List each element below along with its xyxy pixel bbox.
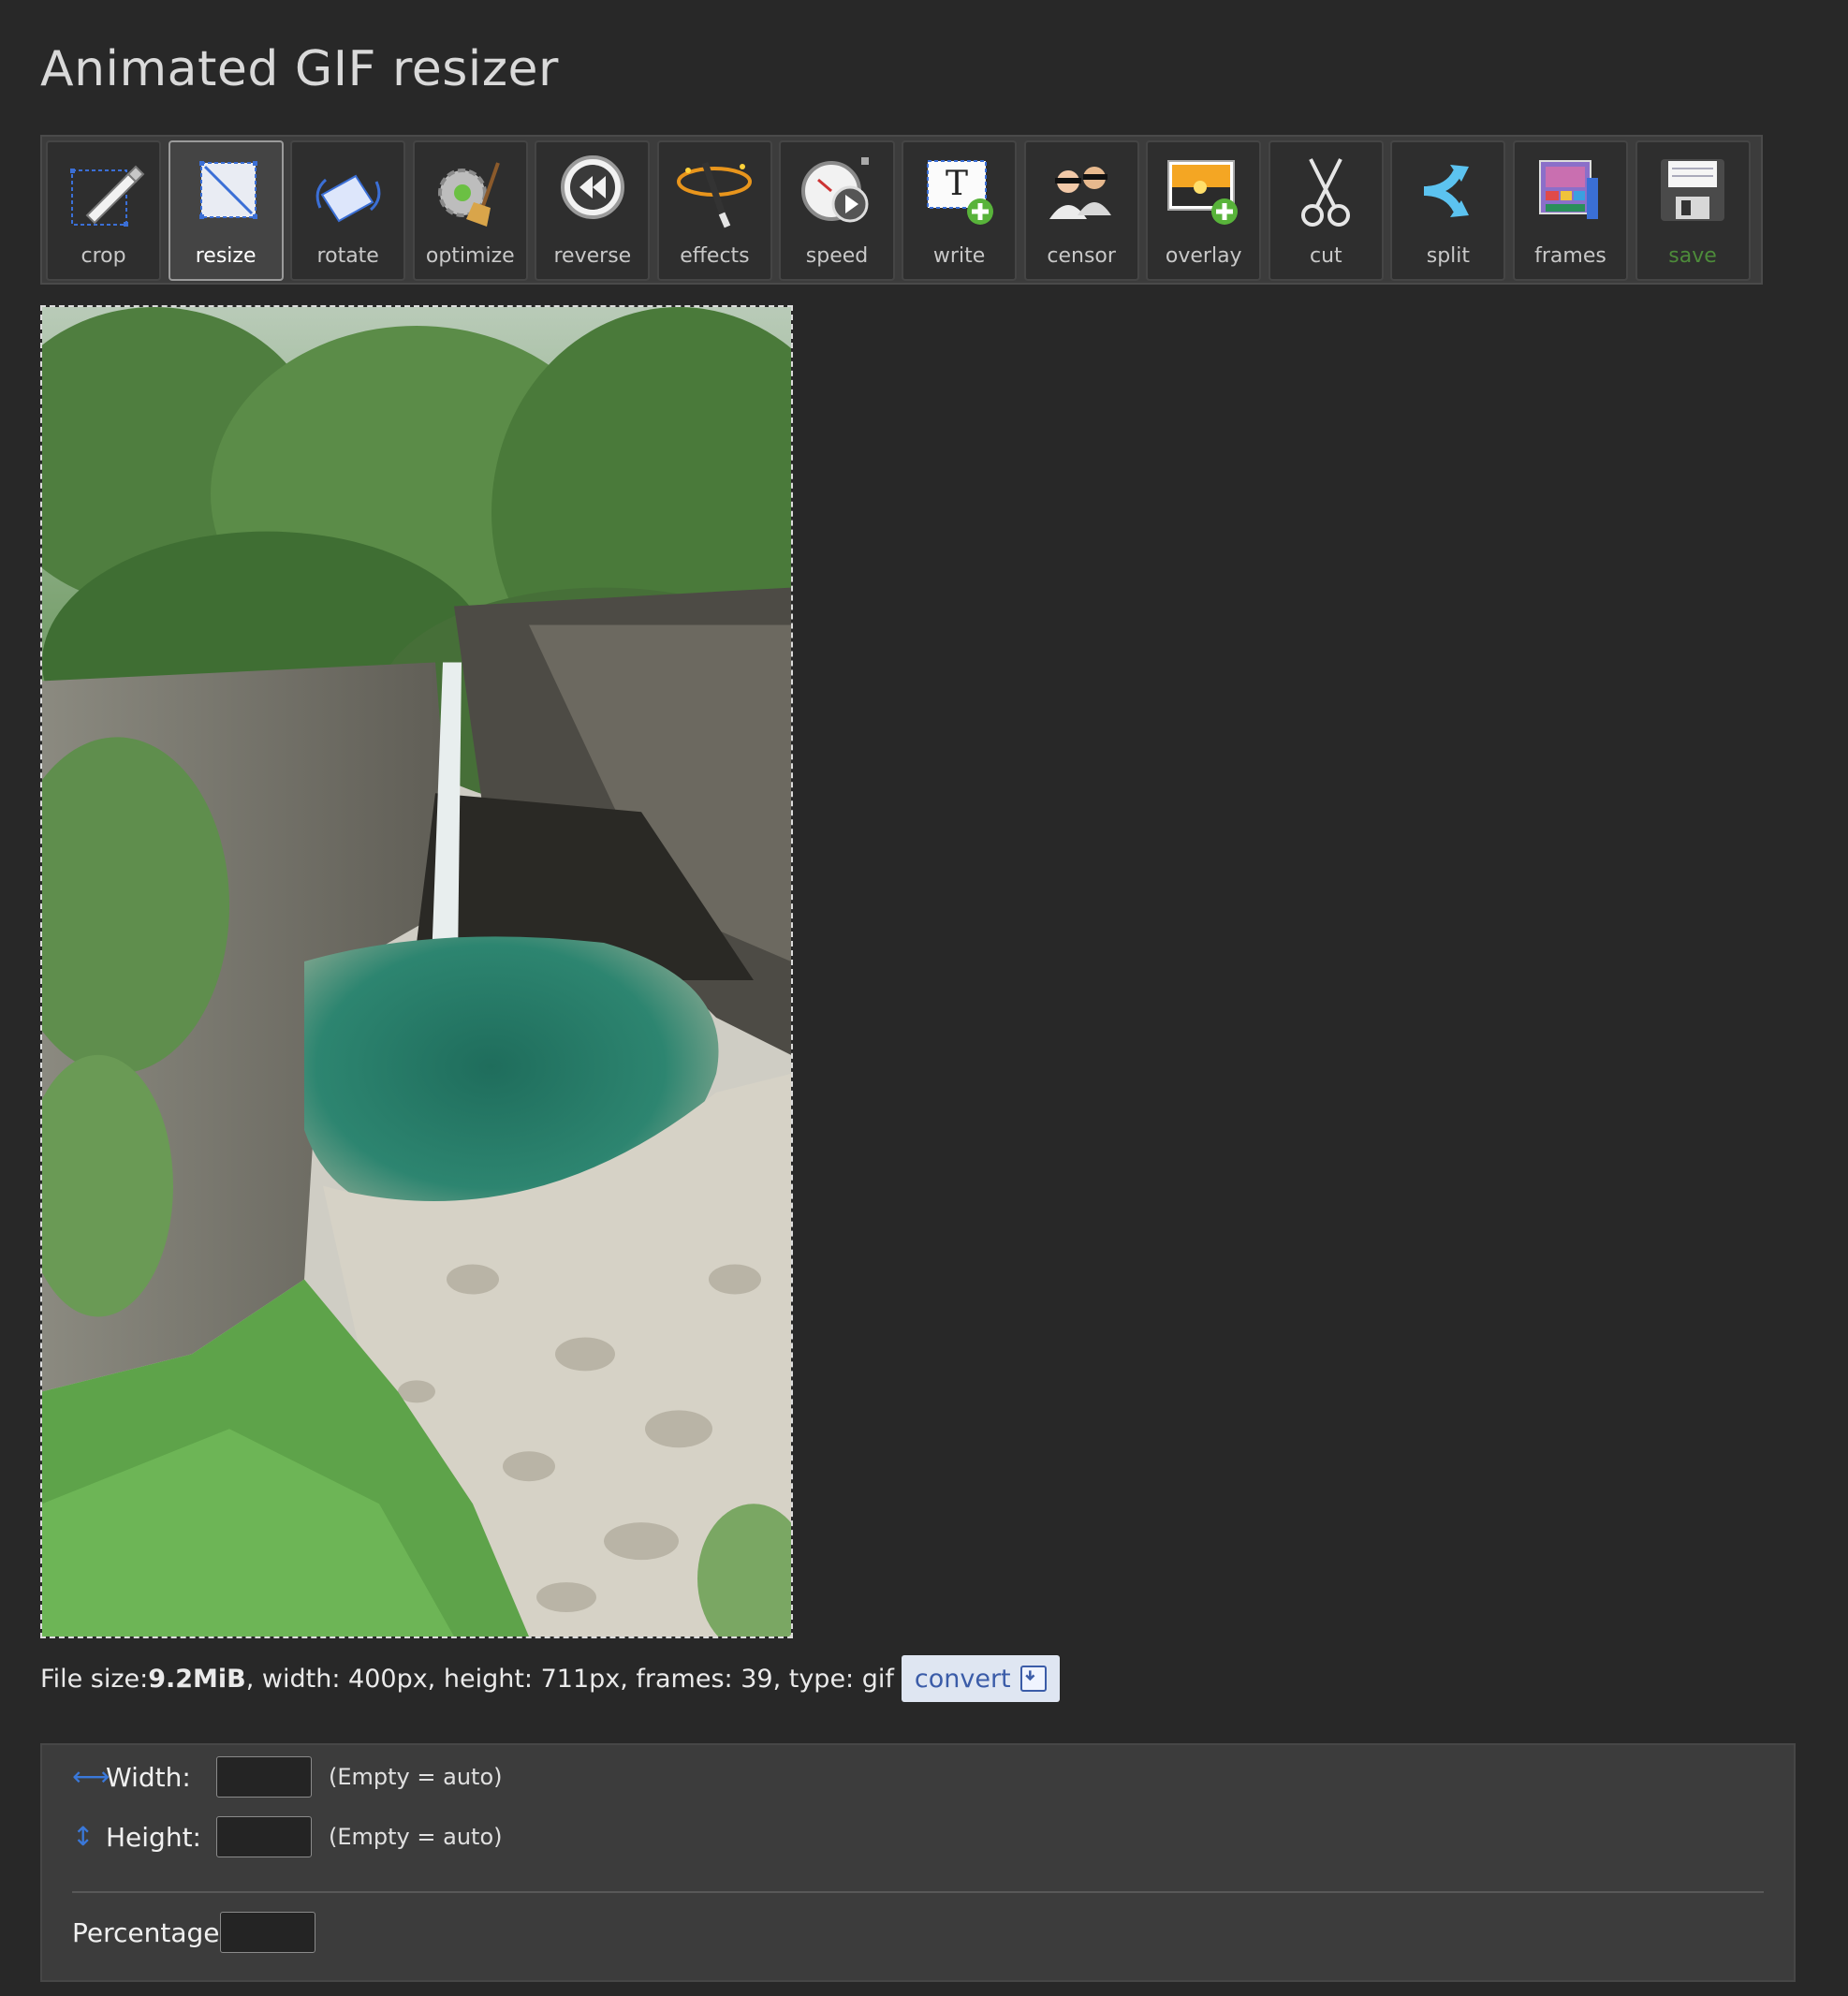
page-title: Animated GIF resizer <box>40 41 559 97</box>
tool-label: cut <box>1309 244 1342 268</box>
tool-label: rotate <box>316 244 379 268</box>
effects-icon <box>677 161 753 228</box>
tool-label: speed <box>805 244 869 268</box>
floppy-disk-icon <box>1661 159 1725 221</box>
convert-button[interactable]: convert <box>901 1655 1060 1702</box>
width-hint: (Empty = auto) <box>329 1764 503 1790</box>
optimize-icon <box>438 162 501 227</box>
tool-split[interactable]: split <box>1390 140 1506 281</box>
width-input[interactable] <box>216 1756 312 1798</box>
scissors-icon <box>1301 158 1351 227</box>
tool-label: effects <box>680 244 750 268</box>
tool-write[interactable]: T write <box>902 140 1018 281</box>
tool-label: crop <box>81 244 126 268</box>
tool-label: optimize <box>425 244 515 268</box>
height-label: Height: <box>106 1821 201 1853</box>
write-icon: T <box>926 160 993 225</box>
height-input[interactable] <box>216 1816 312 1857</box>
percentage-label: Percentage: <box>72 1916 228 1948</box>
height-hint: (Empty = auto) <box>329 1824 503 1850</box>
width-row: ⟷ Width: (Empty = auto) <box>72 1756 503 1798</box>
tool-speed[interactable]: speed <box>779 140 895 281</box>
gif-preview[interactable] <box>40 305 793 1638</box>
tool-censor[interactable]: censor <box>1023 140 1139 281</box>
tool-label: save <box>1668 244 1717 268</box>
tool-label: split <box>1426 244 1471 268</box>
resize-options-panel: ⟷ Width: (Empty = auto) ↕ Height: (Empty… <box>40 1743 1796 1982</box>
vertical-arrow-icon: ↕ <box>72 1821 95 1852</box>
tool-cut[interactable]: cut <box>1268 140 1384 281</box>
height-row: ↕ Height: (Empty = auto) <box>72 1816 503 1857</box>
page: Animated GIF resizer crop resize rotate … <box>0 0 1848 1996</box>
tool-label: write <box>932 244 986 268</box>
overlay-icon <box>1166 160 1238 225</box>
width-label: Width: <box>106 1761 191 1793</box>
frames-icon <box>1539 160 1599 219</box>
tool-optimize[interactable]: optimize <box>412 140 528 281</box>
convert-label: convert <box>914 1664 1011 1694</box>
resize-icon <box>199 161 258 219</box>
tool-label: reverse <box>553 244 632 268</box>
svg-text:T: T <box>946 165 968 203</box>
percentage-row: Percentage: <box>72 1912 315 1953</box>
file-info-details: , width: 400px, height: 711px, frames: 3… <box>245 1664 894 1694</box>
tool-save[interactable]: save <box>1635 140 1751 281</box>
speed-icon <box>801 157 869 223</box>
split-icon <box>1423 165 1469 217</box>
tool-label: overlay <box>1165 244 1242 268</box>
tool-frames[interactable]: frames <box>1512 140 1629 281</box>
tool-toolbar: crop resize rotate optimize reverse effe… <box>40 135 1763 285</box>
tool-crop[interactable]: crop <box>46 140 162 281</box>
divider <box>72 1891 1764 1893</box>
tool-reverse[interactable]: reverse <box>535 140 651 281</box>
file-size-value: 9.2MiB <box>148 1664 246 1694</box>
tool-resize[interactable]: resize <box>168 140 284 281</box>
tool-rotate[interactable]: rotate <box>290 140 406 281</box>
tool-label: resize <box>195 244 257 268</box>
tool-label: frames <box>1534 244 1606 268</box>
percentage-input[interactable] <box>220 1912 315 1953</box>
censor-icon <box>1049 167 1112 219</box>
file-info-prefix: File size: <box>40 1664 149 1694</box>
crop-icon <box>69 165 144 227</box>
horizontal-arrow-icon: ⟷ <box>72 1761 110 1792</box>
tool-label: censor <box>1047 244 1116 268</box>
tool-overlay[interactable]: overlay <box>1146 140 1262 281</box>
file-info: File size: 9.2MiB , width: 400px, height… <box>40 1655 1060 1702</box>
reverse-icon <box>560 155 624 219</box>
waterfall-image <box>42 307 791 1636</box>
download-icon <box>1019 1666 1047 1692</box>
rotate-icon <box>315 174 381 223</box>
tool-effects[interactable]: effects <box>656 140 772 281</box>
